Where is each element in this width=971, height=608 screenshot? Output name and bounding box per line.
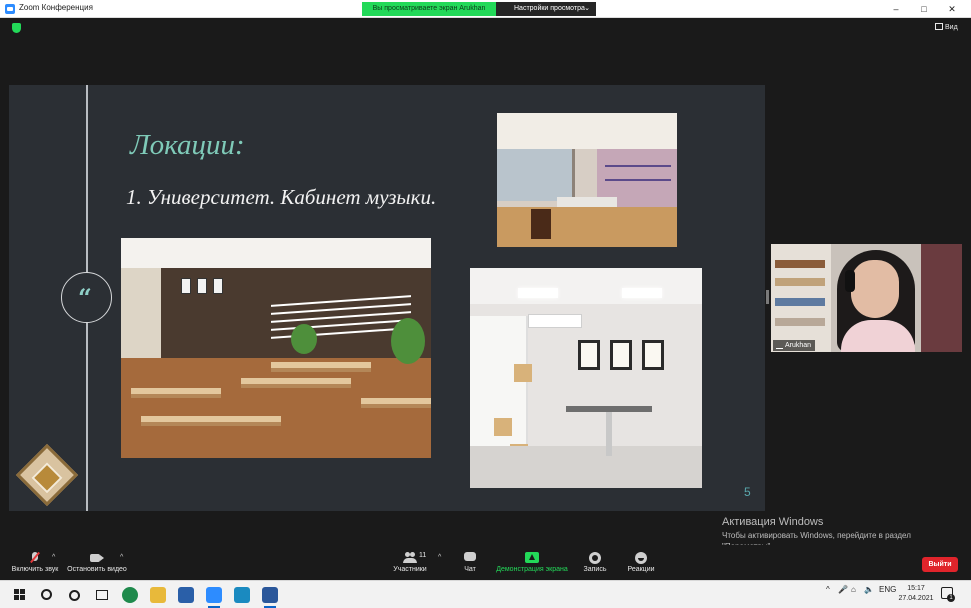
slide-subheading: 1. Университет. Кабинет музыки.	[126, 185, 437, 209]
encryption-shield-icon[interactable]	[12, 23, 21, 33]
participants-count: 11	[419, 552, 427, 559]
meeting-toolbar: Включить звук ^ Остановить видео ^ Участ…	[0, 545, 971, 580]
share-screen-icon	[525, 552, 539, 563]
clock-date: 27.04.2021	[898, 595, 934, 602]
reactions-label: Реакции	[627, 566, 655, 573]
harpsichord-room-photo	[470, 268, 702, 488]
zoom-app-icon	[5, 4, 15, 14]
minimize-button[interactable]: –	[882, 1, 910, 17]
cortana-icon[interactable]	[66, 587, 82, 603]
view-options-button[interactable]: Настройки просмотра ⌄	[496, 2, 596, 16]
window-title: Zoom Конференция	[19, 3, 93, 12]
slide-page-number: 5	[744, 485, 751, 499]
participants-label: Участники	[393, 566, 427, 573]
stop-video-button[interactable]: Остановить видео	[66, 552, 128, 573]
share-screen-label: Демонстрация экрана	[496, 566, 568, 573]
maximize-button[interactable]: □	[910, 1, 938, 17]
language-indicator[interactable]: ENG	[879, 585, 896, 594]
chat-label: Чат	[464, 566, 476, 573]
signal-strength-icon	[776, 343, 783, 349]
view-button[interactable]: Вид	[935, 23, 958, 31]
close-button[interactable]: ✕	[938, 1, 966, 17]
record-button[interactable]: Запись	[580, 552, 610, 573]
file-explorer-icon[interactable]	[150, 587, 166, 603]
slide-heading: Локации:	[130, 129, 245, 161]
title-bar: Zoom Конференция Вы просматриваете экран…	[0, 0, 971, 18]
view-label: Вид	[945, 24, 958, 31]
view-options-label: Настройки просмотра	[514, 5, 585, 12]
participant-name-tag: Arukhan	[773, 340, 816, 351]
activation-title: Активация Windows	[722, 516, 824, 528]
video-camera-icon	[90, 552, 104, 563]
audio-options-caret[interactable]: ^	[52, 554, 55, 561]
word-icon[interactable]	[262, 587, 278, 608]
participant-video[interactable]: Arukhan	[771, 244, 962, 352]
chat-button[interactable]: Чат	[456, 552, 484, 573]
music-hall-photo	[497, 113, 677, 247]
record-icon	[588, 552, 602, 564]
tray-expand-icon[interactable]: ^	[826, 585, 830, 594]
participant-name: Arukhan	[785, 342, 812, 349]
clock-time: 15:17	[907, 585, 925, 592]
leave-meeting-button[interactable]: Выйти	[922, 557, 958, 572]
network-icon[interactable]: ⌂	[851, 585, 856, 594]
search-icon[interactable]	[38, 587, 54, 603]
reactions-button[interactable]: Реакции	[624, 552, 658, 573]
calendar-app-icon[interactable]	[234, 587, 250, 603]
reactions-icon	[634, 552, 648, 564]
participants-options-caret[interactable]: ^	[438, 554, 441, 561]
windows-start-icon[interactable]	[12, 587, 28, 603]
quote-mark-icon: “	[78, 283, 92, 312]
notifications-badge: 1	[947, 594, 955, 602]
volume-icon[interactable]: 🔈	[864, 585, 874, 594]
microphone-tray-icon[interactable]: 🎤	[838, 585, 848, 594]
windows-taskbar: ^ 🎤 ⌂ 🔈 ENG 15:17 27.04.2021 1	[0, 580, 971, 608]
zoom-taskbar-icon[interactable]	[206, 587, 222, 608]
chat-icon	[463, 552, 477, 563]
classroom-photo	[121, 238, 431, 458]
zoom-window: Zoom Конференция Вы просматриваете экран…	[0, 0, 971, 608]
store-icon[interactable]	[178, 587, 194, 603]
clock[interactable]: 15:17 27.04.2021	[898, 584, 934, 604]
shared-screen-slide: “ Локации: 1. Университет. Кабинет музык…	[9, 85, 765, 511]
university-logo	[15, 443, 79, 507]
grid-view-icon	[935, 23, 943, 30]
share-screen-button[interactable]: Демонстрация экрана	[494, 552, 570, 573]
video-panel-drag-handle[interactable]	[766, 290, 769, 304]
record-label: Запись	[583, 566, 607, 573]
muted-microphone-icon	[28, 552, 42, 563]
stop-video-label: Остановить видео	[67, 566, 127, 573]
task-view-icon[interactable]	[94, 587, 110, 603]
chevron-down-icon: ⌄	[584, 5, 590, 12]
edge-browser-icon[interactable]	[122, 587, 138, 603]
unmute-label: Включить звук	[11, 566, 59, 573]
video-options-caret[interactable]: ^	[120, 554, 123, 561]
screen-share-banner: Вы просматриваете экран Arukhan	[362, 2, 496, 16]
quote-circle: “	[61, 272, 112, 323]
participants-icon	[403, 552, 417, 563]
